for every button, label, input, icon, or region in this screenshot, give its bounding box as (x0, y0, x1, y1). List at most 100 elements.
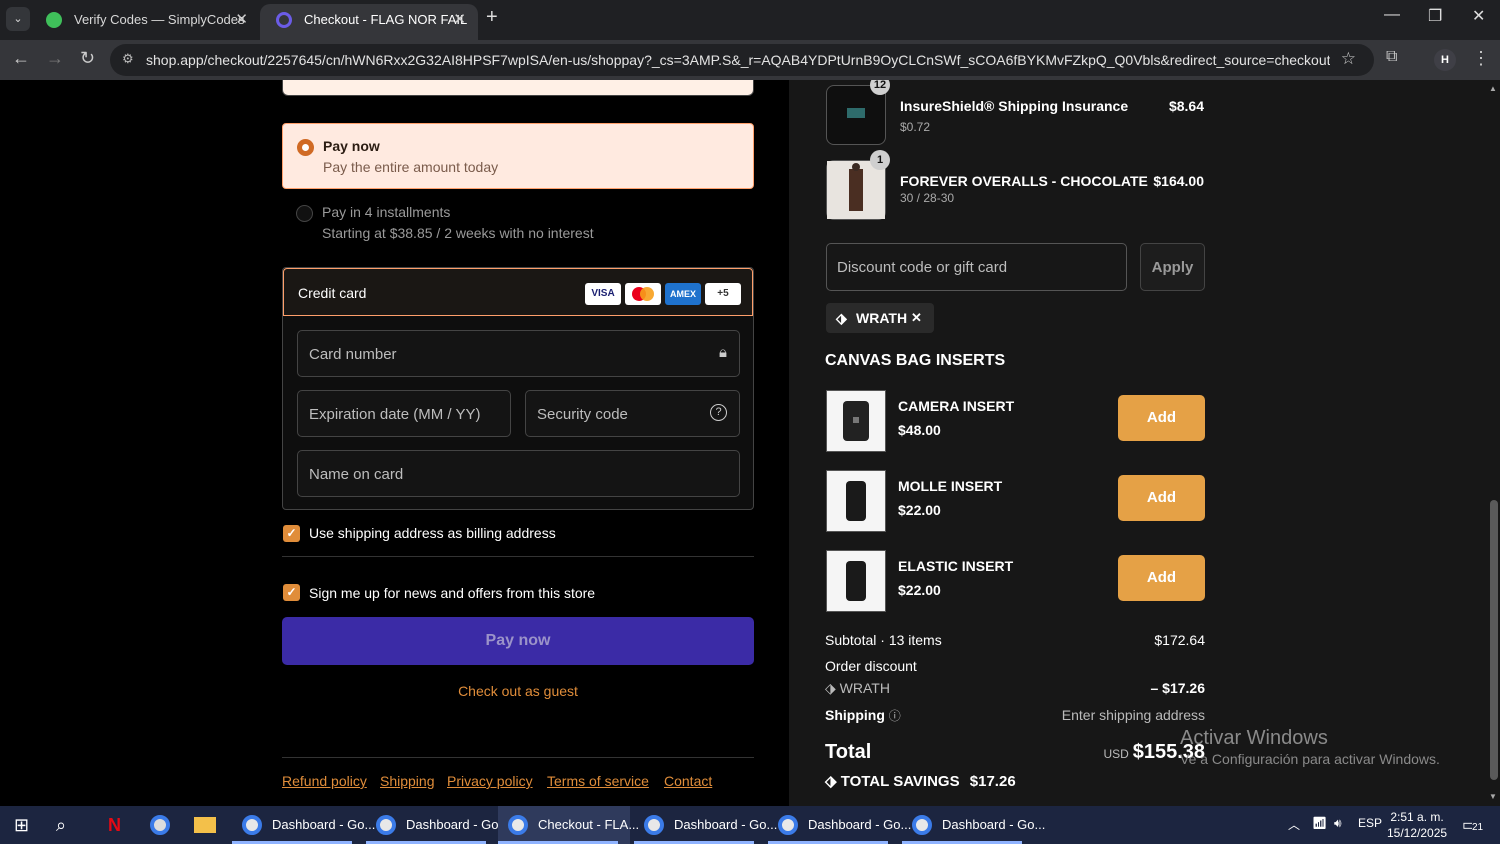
security-code-field[interactable]: Security code ? (525, 390, 740, 437)
radio-selected-icon[interactable] (297, 139, 314, 156)
taskbar-app-chrome[interactable]: Dashboard - Go... (366, 806, 509, 844)
add-camera-insert-button[interactable]: Add (1118, 395, 1205, 441)
tab-search-dropdown[interactable]: ⌄ (6, 7, 30, 31)
bookmark-star-icon[interactable]: ☆ (1341, 49, 1356, 69)
restore-icon[interactable]: ❐ (1428, 6, 1442, 26)
billing-checkbox[interactable]: ✓ (283, 525, 300, 542)
profile-avatar[interactable]: H (1434, 49, 1456, 71)
newsletter-checkbox-label[interactable]: Sign me up for news and offers from this… (309, 585, 595, 601)
minimize-icon[interactable]: — (1384, 6, 1400, 24)
search-icon[interactable]: ⌕ (56, 815, 66, 836)
tab-simplycodes[interactable]: Verify Codes — SimplyCodes ✕ (30, 4, 260, 40)
extensions-icon[interactable]: ⧉ (1386, 48, 1397, 66)
quantity-badge: 1 (870, 150, 890, 170)
url-text[interactable]: shop.app/checkout/2257645/cn/hWN6Rxx2G32… (146, 52, 1330, 68)
radio-unselected-icon[interactable] (296, 205, 313, 222)
pay-now-button[interactable]: Pay now (282, 617, 754, 665)
taskbar-app-chrome[interactable]: Dashboard - Go... (768, 806, 911, 844)
credit-card-label: Credit card (298, 285, 367, 301)
taskbar-app-chrome[interactable]: Dashboard - Go... (902, 806, 1045, 844)
omnibox[interactable]: ⚙ shop.app/checkout/2257645/cn/hWN6Rxx2G… (110, 44, 1374, 76)
contact-link[interactable]: Contact (664, 773, 712, 789)
add-elastic-insert-button[interactable]: Add (1118, 555, 1205, 601)
shipping-value: Enter shipping address (1061, 707, 1205, 723)
installments-option[interactable]: Pay in 4 installments Starting at $38.85… (282, 196, 754, 246)
item-unit-price: $0.72 (900, 120, 931, 134)
refund-policy-link[interactable]: Refund policy (282, 773, 367, 789)
privacy-policy-link[interactable]: Privacy policy (447, 773, 533, 789)
billing-checkbox-label[interactable]: Use shipping address as billing address (309, 525, 556, 541)
help-icon[interactable]: ? (710, 404, 727, 421)
site-info-icon[interactable]: ⚙ (122, 51, 134, 67)
shipping-link[interactable]: Shipping (380, 773, 435, 789)
credit-card-header[interactable]: Credit card VISA AMEX +5 (283, 268, 753, 316)
taskbar-app-chrome-active[interactable]: Checkout - FLA... (498, 806, 639, 844)
scroll-down-icon[interactable]: ▼ (1489, 792, 1497, 801)
add-molle-insert-button[interactable]: Add (1118, 475, 1205, 521)
chrome-app-icon (376, 815, 396, 835)
name-on-card-placeholder: Name on card (309, 466, 404, 483)
shipping-info-icon[interactable]: ⓘ (889, 709, 901, 723)
item-name: InsureShield® Shipping Insurance (900, 98, 1129, 114)
language-indicator[interactable]: ESP (1358, 816, 1382, 830)
volume-icon[interactable]: 🔊︎ (1334, 816, 1342, 831)
taskbar-app-label: Checkout - FLA... (538, 817, 640, 832)
applied-discount-chip: ⬗ WRATH ✕ (826, 303, 934, 333)
apply-discount-button[interactable]: Apply (1140, 243, 1205, 291)
close-tab-icon[interactable]: ✕ (235, 4, 248, 36)
taskbar-app-chrome[interactable]: Dashboard - Go... (634, 806, 777, 844)
discount-code-input[interactable]: Discount code or gift card (826, 243, 1127, 291)
new-tab-icon[interactable]: + (486, 6, 498, 29)
scroll-up-icon[interactable]: ▲ (1489, 84, 1497, 93)
remove-discount-icon[interactable]: ✕ (911, 303, 922, 333)
chrome-icon[interactable] (150, 815, 170, 835)
option-title: Pay in 4 installments (322, 204, 451, 220)
total-savings-row: ⬗ TOTAL SAVINGS $17.26 (825, 772, 1205, 790)
taskbar-app-chrome[interactable]: Dashboard - Go... (232, 806, 375, 844)
wifi-icon[interactable]: 📶︎ (1312, 816, 1327, 830)
scrollbar-thumb[interactable] (1490, 500, 1498, 780)
simplycodes-favicon-icon (46, 12, 62, 28)
close-window-icon[interactable]: ✕ (1472, 6, 1485, 26)
pay-now-option[interactable]: Pay now Pay the entire amount today (282, 123, 754, 189)
order-discount-label: Order discount (825, 658, 917, 674)
browser-menu-icon[interactable]: ⋮ (1472, 48, 1490, 69)
show-hidden-icons-icon[interactable]: ︿ (1288, 816, 1300, 833)
amex-icon: AMEX (665, 283, 701, 305)
page-scrollbar[interactable]: ▲ ▼ (1488, 80, 1500, 806)
total-row: Total USD $155.38 (825, 741, 1205, 764)
mastercard-icon (625, 283, 661, 305)
expiration-field[interactable]: Expiration date (MM / YY) (297, 390, 511, 437)
close-tab-icon[interactable]: ✕ (453, 4, 466, 36)
lock-icon: 🔒︎ (719, 344, 727, 361)
card-number-field[interactable]: Card number 🔒︎ (297, 330, 740, 377)
netflix-icon[interactable]: N (108, 815, 121, 836)
upsell-name: CAMERA INSERT (898, 398, 1015, 414)
notification-count: 21 (1472, 822, 1484, 833)
expiration-placeholder: Expiration date (MM / YY) (309, 406, 481, 423)
discount-code-row: ⬗ WRATH – $17.26 (825, 680, 1205, 697)
tab-checkout[interactable]: Checkout - FLAG NOR FAIL ✕ (260, 4, 478, 40)
windows-taskbar: ⊞ ⌕ N Dashboard - Go... Dashboard - Go..… (0, 806, 1500, 844)
name-on-card-field[interactable]: Name on card (297, 450, 740, 497)
notification-center-icon[interactable]: ▭ 21 (1462, 815, 1486, 835)
file-explorer-icon[interactable] (194, 817, 216, 833)
tab-strip: ⌄ Verify Codes — SimplyCodes ✕ Checkout … (0, 0, 1500, 40)
start-icon[interactable]: ⊞ (14, 815, 29, 836)
forward-icon[interactable]: → (46, 48, 64, 69)
shield-icon (847, 108, 865, 118)
taskbar-app-label: Dashboard - Go... (808, 817, 912, 832)
newsletter-checkbox[interactable]: ✓ (283, 584, 300, 601)
option-subtitle: Pay the entire amount today (323, 159, 499, 175)
applied-code: WRATH (856, 310, 908, 326)
subtotal-row: Subtotal · 13 items $172.64 (825, 632, 1205, 648)
upsell-name: ELASTIC INSERT (898, 558, 1014, 574)
item-price: $8.64 (1168, 98, 1204, 114)
back-icon[interactable]: ← (12, 48, 30, 69)
taskbar-clock[interactable]: 2:51 a. m. 15/12/2025 (1387, 809, 1447, 841)
clock-date: 15/12/2025 (1387, 826, 1448, 840)
taskbar-app-label: Dashboard - Go... (272, 817, 376, 832)
terms-of-service-link[interactable]: Terms of service (547, 773, 649, 789)
checkout-as-guest-link[interactable]: Check out as guest (282, 683, 754, 699)
reload-icon[interactable]: ↻ (80, 48, 95, 69)
